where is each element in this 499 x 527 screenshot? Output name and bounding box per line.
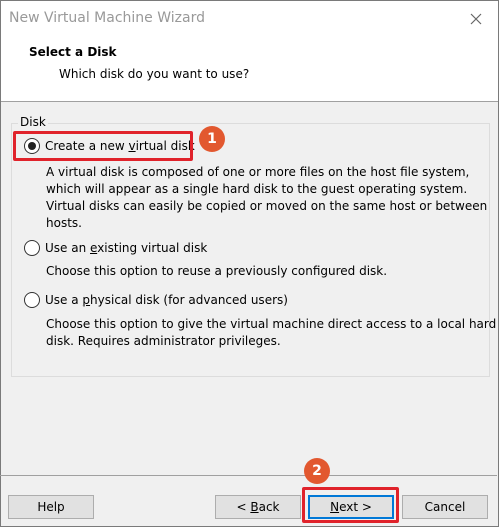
radio-use-physical-disk[interactable] <box>24 292 40 308</box>
step-badge-2: 2 <box>304 458 330 484</box>
cancel-button[interactable]: Cancel <box>402 495 488 519</box>
disk-group-legend: Disk <box>18 115 48 129</box>
radio-use-existing-disk[interactable] <box>24 240 40 256</box>
page-subtitle: Which disk do you want to use? <box>59 67 250 81</box>
step-badge-1: 1 <box>199 126 225 152</box>
footer-separator <box>0 475 497 476</box>
option-use-physical-disk[interactable]: Use a physical disk (for advanced users) <box>24 292 288 308</box>
option-use-physical-disk-label: Use a physical disk (for advanced users) <box>45 293 288 307</box>
option-use-physical-disk-description: Choose this option to give the virtual m… <box>46 317 497 348</box>
window-title: New Virtual Machine Wizard <box>9 10 205 26</box>
option-use-existing-disk[interactable]: Use an existing virtual disk <box>24 240 207 256</box>
option-use-existing-disk-description: Choose this option to reuse a previously… <box>46 264 388 278</box>
page-title: Select a Disk <box>29 45 117 59</box>
wizard-header: Select a Disk Which disk do you want to … <box>1 37 498 102</box>
help-button[interactable]: Help <box>8 495 94 519</box>
highlight-box-create-new <box>13 131 193 161</box>
highlight-box-next <box>302 487 399 523</box>
option-create-new-disk-description: A virtual disk is composed of one or mor… <box>46 165 488 230</box>
option-use-existing-disk-label: Use an existing virtual disk <box>45 241 208 255</box>
title-bar: New Virtual Machine Wizard <box>1 1 498 37</box>
back-button[interactable]: < Back <box>215 495 301 519</box>
close-icon[interactable] <box>464 7 488 31</box>
